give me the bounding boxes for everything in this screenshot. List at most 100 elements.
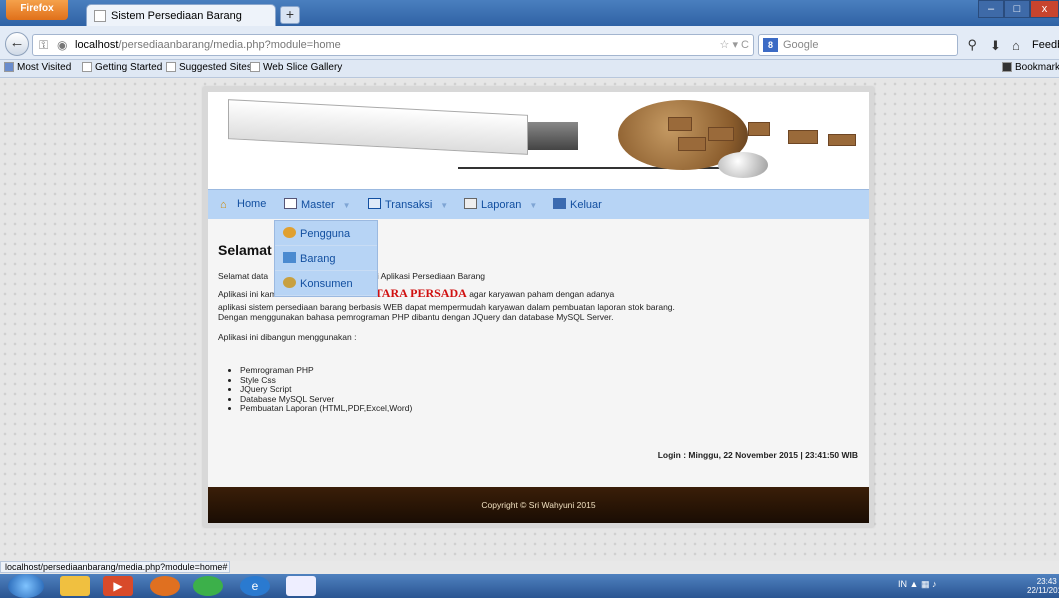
bookmark-label: Suggested Sites bbox=[179, 62, 252, 73]
tab-title: Sistem Persediaan Barang bbox=[111, 10, 242, 22]
bookmark-label: Web Slice Gallery bbox=[263, 62, 343, 73]
bookmark-icon bbox=[4, 62, 14, 73]
url-path: /persediaanbarang/media.php?module=home bbox=[118, 39, 341, 51]
start-button[interactable] bbox=[8, 574, 44, 598]
minimize-button[interactable]: – bbox=[978, 0, 1004, 18]
bookmark-most-visited[interactable]: Most Visited bbox=[4, 62, 71, 73]
clock[interactable]: 23:43 22/11/2015 bbox=[1027, 577, 1059, 595]
master-icon bbox=[284, 198, 297, 209]
user-icon bbox=[283, 227, 296, 238]
page-footer: Copyright © Sri Wahyuni 2015 bbox=[208, 487, 869, 523]
system-tray: IN ▲ ▦ ♪ bbox=[898, 579, 936, 590]
new-tab-button[interactable]: + bbox=[280, 6, 300, 24]
truck-cab-image bbox=[528, 122, 578, 150]
box-icon bbox=[283, 252, 296, 263]
firefox-menu-button[interactable]: Firefox bbox=[6, 0, 68, 20]
menu-home[interactable]: ⌂ Home bbox=[220, 198, 266, 211]
menu-transaksi[interactable]: Transaksi ▼ bbox=[368, 198, 448, 211]
search-input[interactable]: 8 Google ⚲ bbox=[758, 34, 977, 56]
welcome-start: Selamat data bbox=[218, 271, 269, 281]
bookmark-web-slice-gallery[interactable]: Web Slice Gallery bbox=[250, 62, 342, 73]
ie-taskbar-icon[interactable]: e bbox=[240, 576, 270, 596]
network-icon[interactable]: ▦ bbox=[921, 579, 930, 589]
page-viewport: ⌂ Home Master ▼ Transaksi ▼ Laporan ▼ Keluar… bbox=[0, 79, 1059, 561]
menu-laporan[interactable]: Laporan ▼ bbox=[464, 198, 537, 211]
main-menu: ⌂ Home Master ▼ Transaksi ▼ Laporan ▼ Keluar bbox=[208, 189, 869, 219]
exit-icon bbox=[553, 198, 566, 209]
header-banner bbox=[208, 92, 869, 189]
bookmark-getting-started[interactable]: Getting Started bbox=[82, 62, 162, 73]
dropdown-label: Pengguna bbox=[300, 228, 351, 240]
chrome-taskbar-icon[interactable] bbox=[193, 576, 223, 596]
dropdown-arrow-icon: ▼ bbox=[529, 201, 538, 210]
master-dropdown: Pengguna Barang Konsumen bbox=[274, 220, 378, 297]
home-icon: ⌂ bbox=[220, 199, 227, 211]
language-indicator[interactable]: IN bbox=[898, 579, 907, 589]
dropdown-item-barang[interactable]: Barang bbox=[275, 246, 377, 271]
close-button[interactable]: x bbox=[1030, 0, 1059, 18]
truck-image bbox=[228, 99, 528, 155]
menu-keluar-label: Keluar bbox=[570, 199, 602, 211]
bookmarks-label: Bookmark bbox=[1015, 62, 1059, 73]
search-icon[interactable]: ⚲ bbox=[967, 37, 977, 53]
monitor-icon bbox=[368, 198, 381, 209]
browser-tab[interactable]: Sistem Persediaan Barang bbox=[86, 4, 276, 26]
list-item: Pembuatan Laporan (HTML,PDF,Excel,Word) bbox=[240, 403, 412, 414]
window-titlebar: Firefox Sistem Persediaan Barang + – □ x bbox=[0, 0, 1059, 26]
dropdown-label: Barang bbox=[300, 253, 336, 265]
intro-line-2: aplikasi sistem persediaan barang berbas… bbox=[218, 302, 675, 312]
intro-line-3: Dengan menggunakan bahasa pemrograman PH… bbox=[218, 312, 614, 322]
status-bar: localhost/persediaanbarang/media.php?mod… bbox=[0, 561, 230, 573]
bookmark-icon bbox=[82, 62, 92, 73]
media-taskbar-icon[interactable]: ▶ bbox=[103, 576, 133, 596]
explorer-taskbar-icon[interactable] bbox=[60, 576, 90, 596]
tray-arrow-icon[interactable]: ▲ bbox=[910, 579, 919, 589]
identity-icon[interactable]: ⚿ bbox=[39, 38, 48, 53]
download-icon[interactable]: ⬇ bbox=[990, 38, 1001, 54]
back-arrow-icon[interactable]: ← bbox=[5, 32, 29, 56]
bookmarks-icon bbox=[1002, 62, 1012, 73]
menu-master[interactable]: Master ▼ bbox=[284, 198, 351, 211]
menu-keluar[interactable]: Keluar bbox=[553, 198, 602, 211]
page-container: ⌂ Home Master ▼ Transaksi ▼ Laporan ▼ Keluar… bbox=[203, 87, 874, 527]
built-with-text: Aplikasi ini dibangun menggunakan : bbox=[218, 332, 357, 342]
bookmark-star-icon[interactable]: ☆ ▾ C bbox=[720, 38, 749, 51]
bookmark-label: Getting Started bbox=[95, 62, 163, 73]
bookmark-suggested-sites[interactable]: Suggested Sites bbox=[166, 62, 252, 73]
dropdown-item-pengguna[interactable]: Pengguna bbox=[275, 221, 377, 246]
printer-icon bbox=[464, 198, 477, 209]
url-bar[interactable]: ⚿ ◉ localhost/persediaanbarang/media.php… bbox=[32, 34, 754, 56]
bookmarks-menu[interactable]: Bookmark bbox=[1002, 62, 1059, 73]
dropdown-label: Konsumen bbox=[300, 278, 353, 290]
search-engine-icon[interactable]: 8 bbox=[763, 38, 778, 52]
home-icon[interactable]: ⌂ bbox=[1012, 38, 1020, 53]
windows-taskbar: ▶ e IN ▲ ▦ ♪ 23:43 22/11/2015 bbox=[0, 574, 1059, 598]
firefox-taskbar-icon[interactable] bbox=[150, 576, 180, 596]
maximize-button[interactable]: □ bbox=[1004, 0, 1030, 18]
box-image bbox=[788, 130, 818, 144]
clock-date: 22/11/2015 bbox=[1027, 586, 1059, 595]
dropdown-item-konsumen[interactable]: Konsumen bbox=[275, 271, 377, 296]
box-image bbox=[748, 122, 770, 136]
dropdown-arrow-icon: ▼ bbox=[440, 201, 449, 210]
bookmark-label: Most Visited bbox=[17, 62, 72, 73]
menu-transaksi-label: Transaksi bbox=[385, 199, 433, 211]
intro-post: agar karyawan paham dengan adanya bbox=[469, 289, 615, 299]
navigation-toolbar: ← ⚿ ◉ localhost/persediaanbarang/media.p… bbox=[0, 26, 1059, 60]
login-timestamp: Login : Minggu, 22 November 2015 | 23:41… bbox=[657, 450, 858, 460]
customer-icon bbox=[283, 277, 296, 288]
welcome-end: di Aplikasi Persediaan Barang bbox=[372, 271, 486, 281]
copyright-text: Copyright © Sri Wahyuni 2015 bbox=[481, 500, 596, 510]
box-image bbox=[668, 117, 692, 131]
bookmark-icon bbox=[166, 62, 176, 73]
volume-icon[interactable]: ♪ bbox=[932, 579, 937, 589]
clock-time: 23:43 bbox=[1036, 577, 1057, 586]
document-taskbar-icon[interactable] bbox=[286, 576, 316, 596]
bookmark-icon bbox=[250, 62, 260, 73]
page-heading: Selamat bbox=[218, 242, 272, 258]
box-image bbox=[828, 134, 856, 146]
menu-laporan-label: Laporan bbox=[481, 199, 522, 211]
feedback-button[interactable]: Feedback bbox=[1032, 39, 1059, 51]
search-placeholder: Google bbox=[783, 39, 819, 51]
feature-list: Pemrograman PHP Style Css JQuery Script … bbox=[232, 365, 412, 414]
